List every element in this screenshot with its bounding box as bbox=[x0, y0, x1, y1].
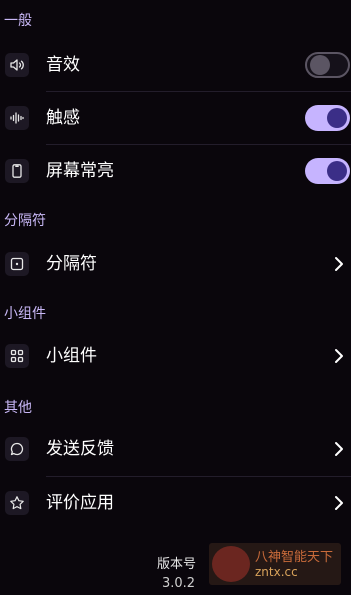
section-title-general: 一般 bbox=[4, 13, 32, 29]
star-icon bbox=[5, 491, 29, 515]
chevron-right-icon bbox=[335, 257, 343, 271]
toggle-knob bbox=[310, 55, 330, 75]
section-title-other: 其他 bbox=[4, 400, 32, 416]
screen-on-toggle[interactable] bbox=[305, 158, 350, 184]
settings-row-label: 发送反馈 bbox=[46, 439, 114, 459]
watermark-text: 八神智能天下 bbox=[255, 550, 334, 565]
settings-row-rate[interactable]: 评价应用 bbox=[0, 480, 351, 526]
toggle-knob bbox=[327, 108, 347, 128]
divider bbox=[46, 144, 351, 145]
settings-row-separator[interactable]: 分隔符 bbox=[0, 241, 351, 287]
settings-row-label: 触感 bbox=[46, 108, 80, 128]
settings-row-label: 屏幕常亮 bbox=[46, 161, 114, 181]
haptics-toggle[interactable] bbox=[305, 105, 350, 131]
watermark: 八神智能天下 zntx.cc bbox=[209, 543, 341, 585]
sound-toggle[interactable] bbox=[305, 52, 350, 78]
watermark-logo-icon bbox=[212, 546, 250, 582]
settings-row-label: 评价应用 bbox=[46, 493, 114, 513]
speaker-icon bbox=[5, 53, 29, 77]
settings-row-widget[interactable]: 小组件 bbox=[0, 333, 351, 379]
chevron-right-icon bbox=[335, 349, 343, 363]
divider bbox=[46, 476, 351, 477]
version-label: 版本号 bbox=[157, 557, 197, 572]
settings-row-label: 小组件 bbox=[46, 346, 97, 366]
phone-icon bbox=[5, 159, 29, 183]
section-title-separator: 分隔符 bbox=[4, 213, 46, 229]
dot-square-icon bbox=[5, 252, 29, 276]
chevron-right-icon bbox=[335, 496, 343, 510]
toggle-knob bbox=[327, 161, 347, 181]
settings-row-feedback[interactable]: 发送反馈 bbox=[0, 426, 351, 472]
version-number: 3.0.2 bbox=[162, 576, 196, 591]
settings-row-sound[interactable]: 音效 bbox=[0, 42, 351, 88]
chevron-right-icon bbox=[335, 442, 343, 456]
settings-row-label: 音效 bbox=[46, 55, 80, 75]
settings-row-label: 分隔符 bbox=[46, 254, 97, 274]
watermark-url: zntx.cc bbox=[255, 565, 298, 579]
divider bbox=[46, 91, 351, 92]
grid-icon bbox=[5, 344, 29, 368]
settings-row-haptics[interactable]: 触感 bbox=[0, 95, 351, 141]
waveform-icon bbox=[5, 106, 29, 130]
chat-bubble-icon bbox=[5, 437, 29, 461]
settings-row-screen-on[interactable]: 屏幕常亮 bbox=[0, 148, 351, 194]
section-title-widgets: 小组件 bbox=[4, 306, 46, 322]
